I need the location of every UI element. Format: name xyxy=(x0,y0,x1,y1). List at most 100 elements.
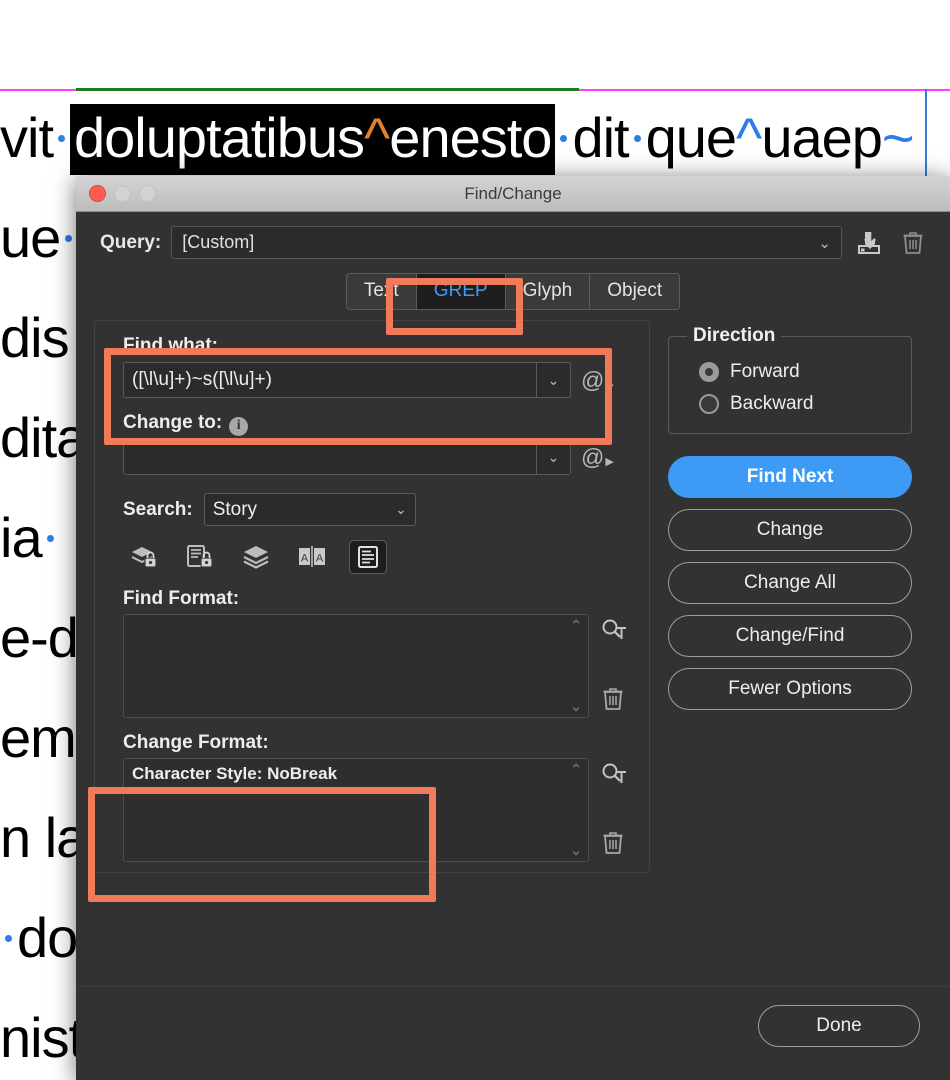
radio-backward-icon[interactable] xyxy=(699,394,719,414)
nonbreaking-space-caret-icon-2: ^ xyxy=(736,106,762,169)
include-locked-stories-button[interactable] xyxy=(181,540,219,574)
whole-word-button[interactable] xyxy=(349,540,387,574)
svg-text:A: A xyxy=(301,553,309,565)
doc-word-2: dit xyxy=(572,106,629,169)
tab-glyph[interactable]: Glyph xyxy=(505,274,591,309)
find-format-box[interactable]: ⌃ ⌄ xyxy=(123,614,589,718)
save-query-button[interactable] xyxy=(852,227,886,259)
selected-text-run: doluptatibus^enesto xyxy=(70,104,556,175)
tab-object[interactable]: Object xyxy=(590,274,680,309)
save-query-icon xyxy=(858,231,880,254)
change-to-input[interactable]: ⌄ xyxy=(123,439,571,475)
trash-icon xyxy=(603,832,623,854)
direction-forward-row[interactable]: Forward xyxy=(699,361,899,383)
tab-text[interactable]: Text xyxy=(346,274,417,309)
query-row: Query: [Custom] ⌄ xyxy=(76,212,950,259)
done-button[interactable]: Done xyxy=(758,1005,920,1047)
doc-word: vit xyxy=(0,106,54,169)
search-scope-row: Search: Story ⌄ xyxy=(123,493,649,526)
baseline-highlight xyxy=(76,88,579,91)
trash-icon xyxy=(603,688,623,710)
dialog-footer: Done xyxy=(76,986,950,1080)
screenshot-root: vit doluptatibus^enesto dit que^uaep~ ue di… xyxy=(0,0,950,1080)
find-what-row: ([\l\u]+)~s([\l\u]+) ⌄ @ ▶ xyxy=(123,362,649,398)
chevron-down-icon[interactable]: ⌄ xyxy=(536,363,570,397)
doc-fragment: dis xyxy=(0,306,70,369)
radio-backward-label: Backward xyxy=(730,393,814,414)
trash-icon xyxy=(903,231,923,254)
delete-query-button[interactable] xyxy=(896,227,930,259)
change-format-block: Change Format: Character Style: NoBreak … xyxy=(95,732,649,862)
tab-bar: Text GREP Glyph Object xyxy=(76,273,950,310)
doc-fragment: do xyxy=(17,906,78,969)
document-line-1: vit doluptatibus^enesto dit que^uaep~ xyxy=(0,88,950,188)
doc-word-3: que xyxy=(645,106,737,169)
search-scope-dropdown[interactable]: Story ⌄ xyxy=(203,493,416,526)
search-label: Search: xyxy=(123,498,193,520)
find-change-dialog[interactable]: Find/Change Query: [Custom] ⌄ Text GREP … xyxy=(76,176,950,1080)
query-dropdown[interactable]: [Custom] ⌄ xyxy=(171,226,842,259)
dialog-title: Find/Change xyxy=(464,183,562,203)
find-what-value: ([\l\u]+)~s([\l\u]+) xyxy=(132,369,272,390)
tab-grep[interactable]: GREP xyxy=(416,274,506,309)
doc-fragment: ue xyxy=(0,206,61,269)
triangle-right-icon: ▶ xyxy=(605,455,614,468)
svg-text:A: A xyxy=(316,553,324,565)
case-sensitive-button[interactable]: A A xyxy=(293,540,331,574)
include-hidden-layers-button[interactable] xyxy=(237,540,275,574)
scroll-up-icon[interactable]: ⌃ xyxy=(570,617,582,634)
find-what-label: Find what: xyxy=(123,335,218,356)
change-format-label: Change Format: xyxy=(123,732,269,753)
page-top-band xyxy=(0,0,950,88)
direction-title: Direction xyxy=(687,325,782,347)
find-special-characters-button[interactable]: @ ▶ xyxy=(581,367,614,394)
fewer-options-button[interactable]: Fewer Options xyxy=(668,668,912,710)
find-what-input[interactable]: ([\l\u]+)~s([\l\u]+) ⌄ xyxy=(123,362,571,398)
case-sensitive-icon: A A xyxy=(299,546,325,567)
query-value: [Custom] xyxy=(182,232,255,252)
nonbreaking-space-caret-icon: ^ xyxy=(364,106,390,169)
scroll-up-icon[interactable]: ⌃ xyxy=(570,761,582,778)
include-locked-layers-icon xyxy=(131,547,157,568)
change-format-specify-button[interactable] xyxy=(601,762,629,788)
change-format-box[interactable]: Character Style: NoBreak ⌃ ⌄ xyxy=(123,758,589,862)
change-special-characters-button[interactable]: @ ▶ xyxy=(581,444,614,471)
change-find-button[interactable]: Change/Find xyxy=(668,615,912,657)
change-button[interactable]: Change xyxy=(668,509,912,551)
space-mark-icon-3 xyxy=(633,134,641,142)
hyphen-mark-icon: ~ xyxy=(881,106,915,169)
chevron-down-icon: ⌄ xyxy=(818,234,831,252)
selected-word-2: enesto xyxy=(389,106,552,169)
info-icon[interactable]: i xyxy=(229,416,249,436)
change-all-button[interactable]: Change All xyxy=(668,562,912,604)
find-format-specify-button[interactable] xyxy=(601,618,629,644)
find-format-label: Find Format: xyxy=(123,588,240,609)
specify-attributes-icon xyxy=(602,619,626,639)
space-mark-icon xyxy=(46,534,54,542)
direction-backward-row[interactable]: Backward xyxy=(699,393,899,415)
doc-fragment: n la xyxy=(0,806,87,869)
space-mark-icon xyxy=(5,934,12,942)
dialog-titlebar[interactable]: Find/Change xyxy=(76,176,950,212)
specify-attributes-icon xyxy=(602,763,626,783)
scroll-down-icon[interactable]: ⌄ xyxy=(570,842,582,859)
change-to-label: Change to: xyxy=(123,412,223,433)
query-label: Query: xyxy=(100,231,162,253)
chevron-down-icon[interactable]: ⌄ xyxy=(536,440,570,474)
include-locked-layers-button[interactable] xyxy=(125,540,163,574)
change-to-label-row: Change to: i xyxy=(123,412,649,436)
find-format-clear-button[interactable] xyxy=(601,686,629,712)
find-format-actions xyxy=(601,614,629,718)
search-scope-toggles: A A xyxy=(125,540,649,574)
change-format-clear-button[interactable] xyxy=(601,830,629,856)
selected-word-1: doluptatibus xyxy=(74,106,365,169)
radio-forward-icon[interactable] xyxy=(699,362,719,382)
change-format-actions xyxy=(601,758,629,862)
layers-icon xyxy=(243,546,269,569)
action-buttons: Find Next Change Change All Change/Find … xyxy=(668,456,912,710)
scroll-down-icon[interactable]: ⌄ xyxy=(570,698,582,715)
include-locked-stories-icon xyxy=(187,545,213,568)
chevron-down-icon: ⌄ xyxy=(394,501,407,517)
find-next-button[interactable]: Find Next xyxy=(668,456,912,498)
at-sign-icon: @ xyxy=(581,366,605,393)
